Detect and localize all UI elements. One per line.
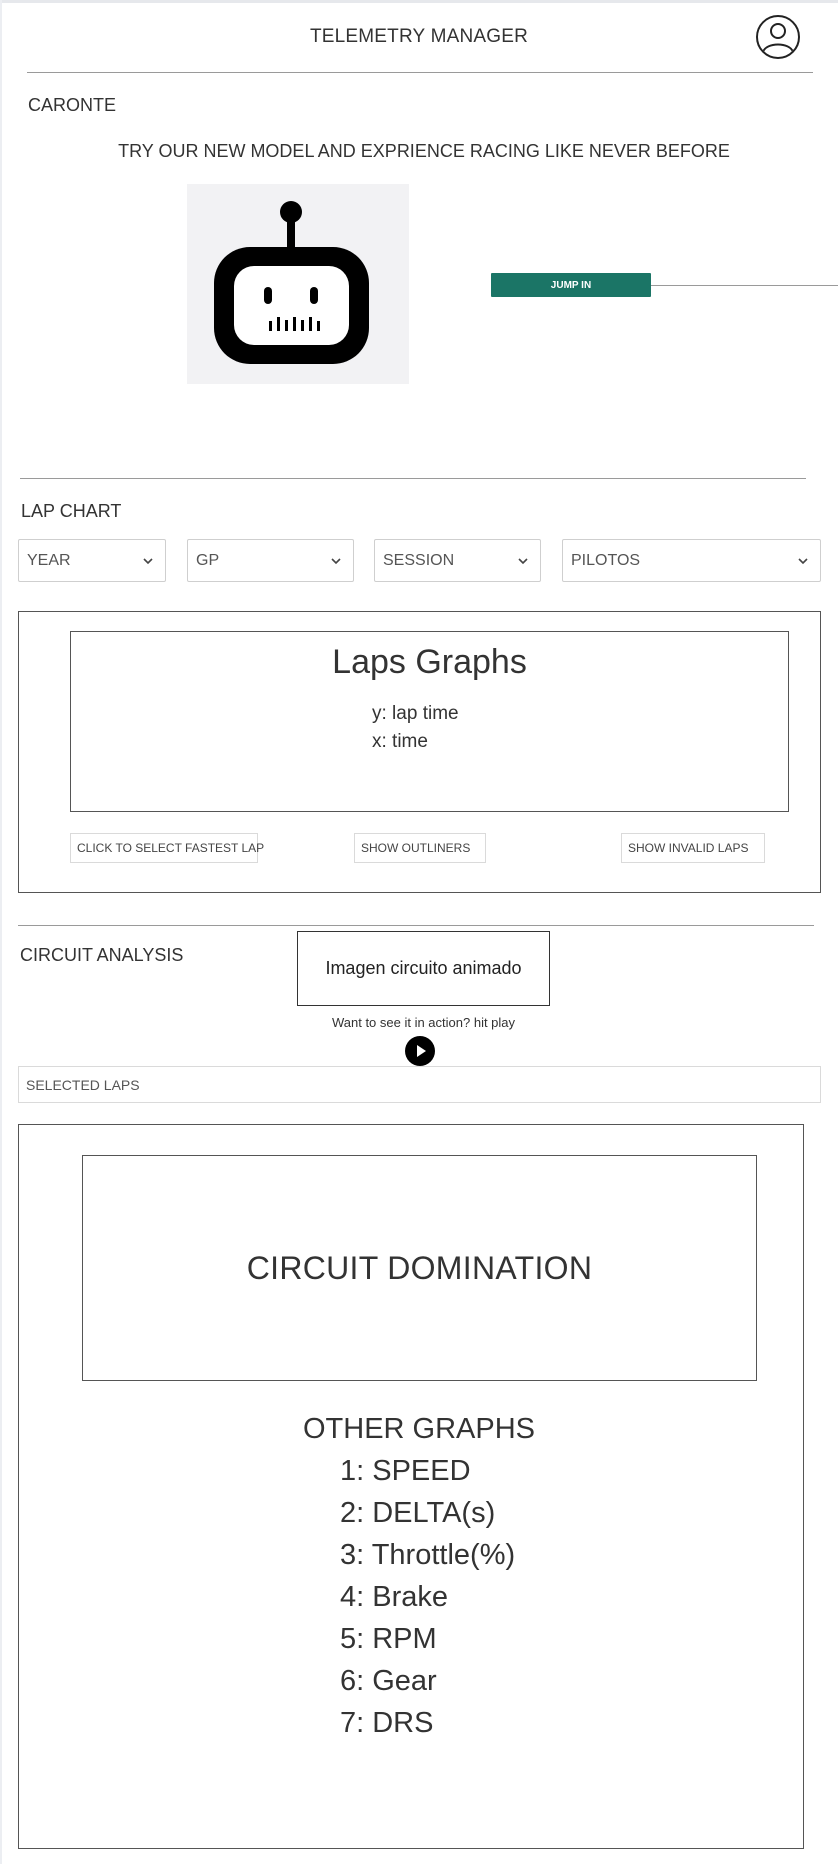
circuit-image-placeholder: Imagen circuito animado: [297, 931, 550, 1006]
laps-graph-title: Laps Graphs: [332, 643, 527, 681]
select-fastest-lap-button[interactable]: CLICK TO SELECT FASTEST LAP: [70, 833, 264, 863]
circuit-domination-placeholder: CIRCUIT DOMINATION: [82, 1155, 757, 1381]
chevron-down-icon: [331, 557, 341, 564]
other-graph-item-rpm: 5: RPM: [340, 1623, 437, 1655]
app-title: TELEMETRY MANAGER: [309, 26, 529, 47]
see-action-text: Want to see it in action? hit play: [331, 1015, 516, 1030]
other-graphs-title: OTHER GRAPHS: [302, 1413, 536, 1445]
user-avatar-icon[interactable]: [756, 15, 800, 59]
play-icon: [417, 1045, 426, 1057]
pilotos-select[interactable]: PILOTOS: [562, 539, 821, 582]
caronte-section-label: CARONTE: [28, 95, 117, 115]
chevron-down-icon: [143, 557, 153, 564]
pilotos-select-value: PILOTOS: [571, 551, 641, 569]
gp-select[interactable]: GP: [187, 539, 354, 582]
jump-in-button[interactable]: JUMP IN: [491, 273, 651, 297]
year-select-value: YEAR: [27, 551, 71, 569]
session-select-value: SESSION: [383, 551, 455, 569]
chevron-down-icon: [518, 557, 528, 564]
show-invalid-laps-button[interactable]: SHOW INVALID LAPS: [621, 833, 765, 863]
laps-graph-x-text: x: time: [372, 731, 428, 752]
caronte-divider: [20, 478, 806, 479]
gp-select-value: GP: [196, 551, 220, 569]
year-select[interactable]: YEAR: [18, 539, 166, 582]
lap-chart-divider: [18, 925, 814, 926]
lap-chart-section-label: LAP CHART: [21, 501, 122, 521]
other-graph-item-delta: 2: DELTA(s): [340, 1497, 496, 1529]
robot-icon: [214, 201, 369, 364]
laps-graph-y-text: y: lap time: [372, 703, 459, 724]
show-outliners-button[interactable]: SHOW OUTLINERS: [354, 833, 486, 863]
promo-text: TRY OUR NEW MODEL AND EXPRIENCE RACING L…: [118, 141, 730, 161]
session-select[interactable]: SESSION: [374, 539, 541, 582]
other-graph-item-gear: 6: Gear: [340, 1665, 437, 1697]
play-button[interactable]: [405, 1036, 435, 1066]
jump-in-connector-line: [651, 285, 838, 286]
chevron-down-icon: [798, 557, 808, 564]
circuit-analysis-section-label: CIRCUIT ANALYSIS: [20, 945, 184, 965]
selected-laps-field[interactable]: SELECTED LAPS: [18, 1066, 821, 1103]
other-graph-item-speed: 1: SPEED: [340, 1455, 471, 1487]
other-graph-item-drs: 7: DRS: [340, 1707, 434, 1739]
page-top-edge: [0, 0, 838, 3]
robot-image: [187, 184, 409, 384]
page-left-edge: [0, 0, 2, 1864]
other-graph-item-throttle: 3: Throttle(%): [340, 1539, 516, 1571]
other-graph-item-brake: 4: Brake: [340, 1581, 448, 1613]
header-divider: [27, 72, 813, 73]
